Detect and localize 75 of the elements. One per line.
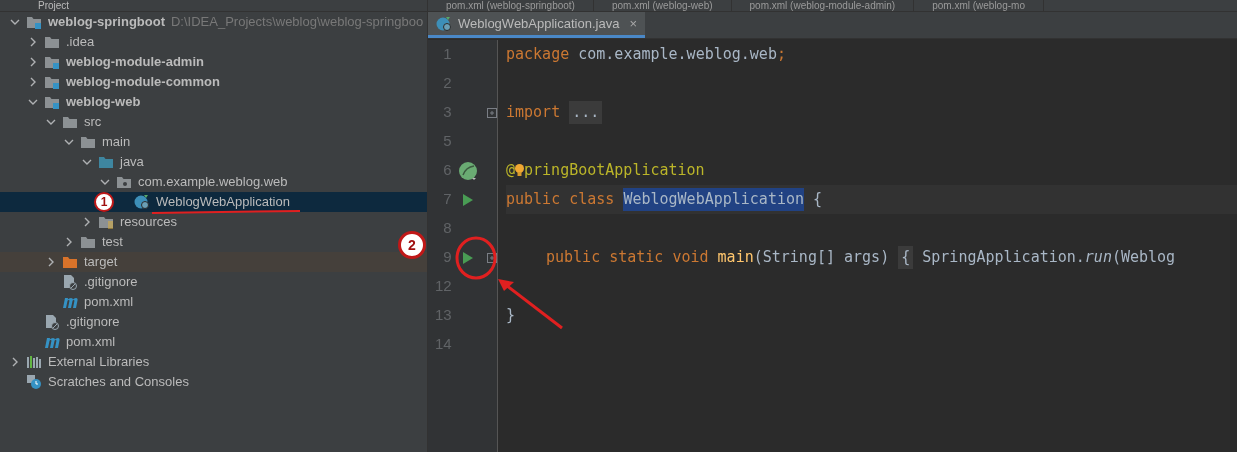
- tree-item[interactable]: java: [82, 154, 144, 170]
- tree-item[interactable]: resources: [82, 214, 178, 230]
- code-token: {: [898, 246, 914, 269]
- run-icon[interactable]: [462, 192, 475, 207]
- arrow-icon: [496, 278, 564, 330]
- code-token: ...: [569, 101, 603, 124]
- source-folder-icon: [98, 155, 114, 169]
- folder-icon: [80, 235, 96, 249]
- tree-item[interactable]: weblog-web: [28, 94, 141, 110]
- fold-icon[interactable]: [487, 107, 497, 118]
- editor-tab[interactable]: pom.xml (weblog-springboot): [428, 0, 594, 11]
- chevron-right-icon[interactable]: [10, 357, 20, 367]
- code-token: main: [717, 247, 754, 269]
- code-token: run: [1084, 247, 1112, 269]
- maven-icon: [62, 295, 78, 309]
- libraries-icon: [26, 355, 42, 369]
- module-folder-icon: [44, 75, 60, 89]
- code-token: com.example.weblog.web: [578, 44, 777, 66]
- folder-icon: [62, 115, 78, 129]
- tree-item[interactable]: pom.xml: [62, 294, 134, 310]
- tree-item[interactable]: main: [64, 134, 131, 150]
- code-token: @: [506, 160, 516, 182]
- ignored-file-icon: [62, 274, 78, 290]
- spring-class-icon: [134, 194, 150, 210]
- tree-item[interactable]: target: [46, 254, 118, 270]
- lightbulb-icon[interactable]: [515, 164, 525, 177]
- tree-item[interactable]: test: [64, 234, 123, 250]
- module-folder-icon: [44, 55, 60, 69]
- code-token: }: [506, 305, 516, 327]
- maven-icon: [44, 335, 60, 349]
- spring-class-icon: [436, 15, 452, 32]
- code-token: (String[] args): [753, 247, 891, 269]
- tree-item[interactable]: weblog-springboot D:\IDEA_Projects\weblog\weblog-springboo: [10, 14, 424, 30]
- scratches-icon: [26, 374, 42, 390]
- chevron-down-icon[interactable]: [10, 17, 20, 27]
- code-token: import: [506, 102, 562, 124]
- tree-item[interactable]: .gitignore: [62, 274, 138, 290]
- tree-item[interactable]: External Libraries: [10, 354, 150, 370]
- tree-item[interactable]: src: [46, 114, 102, 130]
- tree-item[interactable]: pom.xml: [44, 334, 116, 350]
- code-token: public static void: [546, 247, 710, 269]
- run-icon[interactable]: [462, 250, 475, 265]
- tree-item[interactable]: .idea: [28, 34, 95, 50]
- tree-item[interactable]: WeblogWebApplication: [134, 194, 290, 210]
- tree-item[interactable]: weblog-module-admin: [28, 54, 204, 70]
- resources-folder-icon: [98, 215, 114, 229]
- module-folder-icon: [26, 15, 42, 29]
- code-token: public class: [506, 189, 616, 211]
- code-token: ;: [776, 44, 786, 66]
- project-path: D:\IDEA_Projects\weblog\weblog-springboo: [171, 13, 424, 32]
- code-token: SpringApplication.: [921, 247, 1085, 269]
- leaf-icon[interactable]: [458, 160, 479, 181]
- editor-tab[interactable]: pom.xml (weblog-web): [593, 0, 732, 11]
- code-token: {: [812, 189, 823, 211]
- fold-icon[interactable]: [487, 252, 497, 263]
- tree-item[interactable]: .gitignore: [44, 314, 120, 330]
- panel-title: Project: [38, 1, 70, 11]
- package-folder-icon: [116, 175, 132, 189]
- code-token: package: [506, 44, 571, 66]
- tree-item[interactable]: Scratches and Consoles: [26, 374, 189, 390]
- code-token: (Weblog: [1111, 247, 1176, 269]
- tree-item[interactable]: com.example.weblog.web: [100, 174, 288, 190]
- code-token: WeblogWebApplication: [623, 188, 805, 211]
- excluded-folder-icon: [62, 255, 78, 269]
- highlight-ellipse: [455, 236, 497, 280]
- folder-icon: [44, 35, 60, 49]
- folder-icon: [80, 135, 96, 149]
- editor-tab[interactable]: pom.xml (weblog-mo: [914, 0, 1044, 11]
- ignored-file-icon: [44, 314, 60, 330]
- tree-item[interactable]: weblog-module-common: [28, 74, 220, 90]
- module-folder-icon: [44, 95, 60, 109]
- editor-tab[interactable]: pom.xml (weblog-module-admin): [731, 0, 915, 11]
- editor-tab[interactable]: WeblogWebApplication.java ×: [428, 12, 645, 38]
- code-token: pringBootApplication: [524, 160, 705, 182]
- close-icon[interactable]: ×: [629, 13, 637, 34]
